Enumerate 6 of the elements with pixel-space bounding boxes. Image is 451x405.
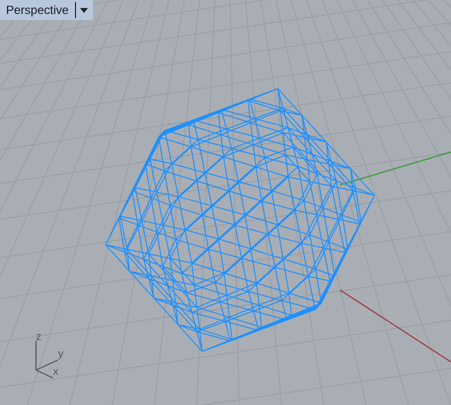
axis-label: y [58, 349, 64, 360]
axis-triad-icon [35, 341, 58, 379]
viewport-title-tab[interactable]: Perspective [0, 0, 93, 20]
axis-label: z [36, 332, 42, 343]
caret-icon [80, 8, 88, 12]
axis-label: x [53, 367, 58, 378]
